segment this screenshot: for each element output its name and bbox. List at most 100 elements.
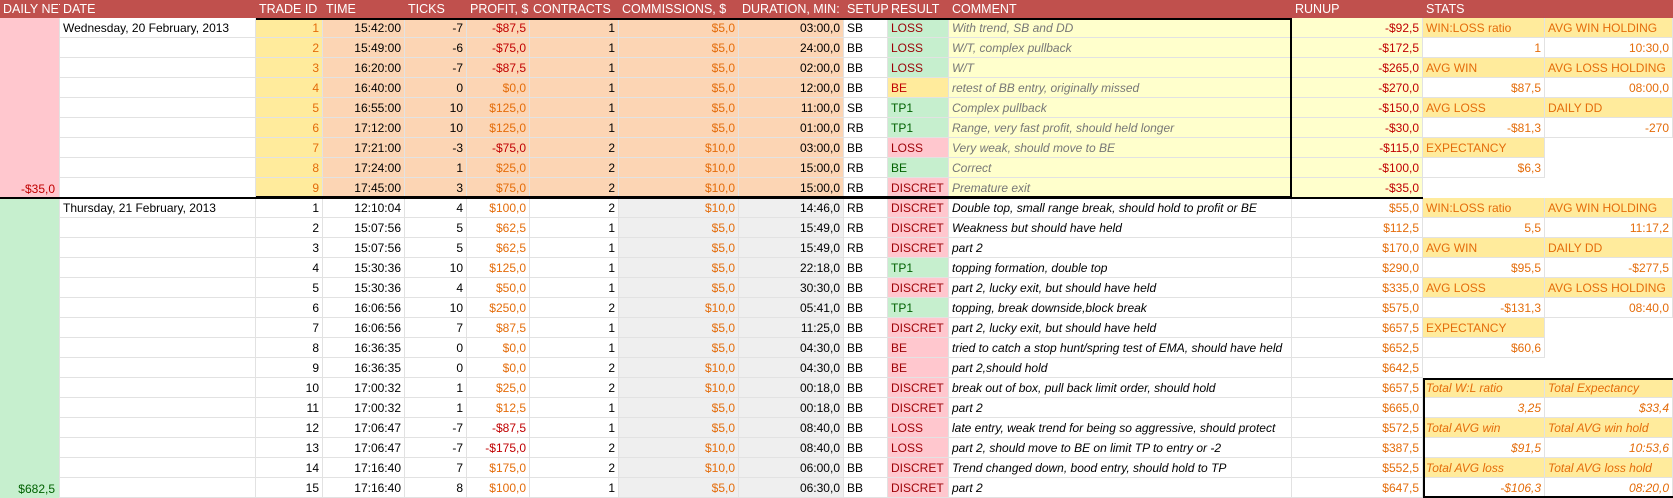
runup-cell[interactable]: -$92,5 [1292, 18, 1423, 38]
comment-cell[interactable]: part 2, lucky exit, but should have held [949, 278, 1292, 298]
duration-cell[interactable]: 15:49,0 [739, 218, 844, 238]
time-cell[interactable]: 15:49:00 [323, 38, 405, 58]
time-cell[interactable]: 16:36:35 [323, 338, 405, 358]
trade-id-cell[interactable]: 7 [256, 318, 323, 338]
runup-cell[interactable]: $55,0 [1292, 198, 1423, 218]
result-cell[interactable]: DISCRET [888, 458, 949, 478]
contracts-cell[interactable]: 2 [530, 198, 619, 218]
trade-id-cell[interactable]: 10 [256, 378, 323, 398]
trade-id-cell[interactable]: 6 [256, 298, 323, 318]
profit-cell[interactable]: $25,0 [467, 378, 530, 398]
result-cell[interactable]: LOSS [888, 418, 949, 438]
contracts-cell[interactable]: 1 [530, 238, 619, 258]
stat-total-value[interactable]: 3,25 [1423, 398, 1545, 418]
comment-cell[interactable]: Correct [949, 158, 1292, 178]
stat-d2-value[interactable]: $95,5 [1423, 258, 1545, 278]
time-cell[interactable]: 16:06:56 [323, 298, 405, 318]
runup-cell[interactable]: $657,5 [1292, 318, 1423, 338]
ticks-cell[interactable]: 5 [405, 218, 467, 238]
comment-cell[interactable]: Very weak, should move to BE [949, 138, 1292, 158]
comment-cell[interactable]: part 2 [949, 398, 1292, 418]
stat-d2-value[interactable]: 5,5 [1423, 218, 1545, 238]
ticks-cell[interactable]: 10 [405, 98, 467, 118]
contracts-cell[interactable]: 2 [530, 158, 619, 178]
time-cell[interactable]: 15:30:36 [323, 278, 405, 298]
time-cell[interactable]: 12:10:04 [323, 198, 405, 218]
date-cell-empty[interactable] [60, 358, 256, 378]
date-cell-empty[interactable] [60, 338, 256, 358]
setup-cell[interactable]: BB [844, 78, 888, 98]
trade-id-cell[interactable]: 12 [256, 418, 323, 438]
stat-d1-label[interactable]: EXPECTANCY [1423, 138, 1545, 158]
date-cell-empty[interactable] [60, 138, 256, 158]
stat-d2-value[interactable]: -$277,5 [1545, 258, 1673, 278]
commissions-cell[interactable]: $5,0 [619, 78, 739, 98]
runup-cell[interactable]: -$115,0 [1292, 138, 1423, 158]
stat-d2-value[interactable]: $60,6 [1423, 338, 1545, 358]
date-cell-empty[interactable] [60, 398, 256, 418]
profit-cell[interactable]: $62,5 [467, 218, 530, 238]
stat-total-label[interactable]: Total AVG win [1423, 418, 1545, 438]
col-header-time[interactable]: TIME [323, 0, 405, 18]
contracts-cell[interactable]: 1 [530, 78, 619, 98]
setup-cell[interactable]: BB [844, 458, 888, 478]
comment-cell[interactable]: part 2 [949, 238, 1292, 258]
ticks-cell[interactable]: 7 [405, 458, 467, 478]
trade-id-cell[interactable]: 6 [256, 118, 323, 138]
stat-d2-label[interactable]: AVG WIN HOLDING [1545, 198, 1673, 218]
date-cell-empty[interactable] [60, 178, 256, 198]
commissions-cell[interactable]: $5,0 [619, 398, 739, 418]
date-cell-empty[interactable] [60, 438, 256, 458]
runup-cell[interactable]: $652,5 [1292, 338, 1423, 358]
col-header-daily-net[interactable]: DAILY NET [0, 0, 60, 18]
setup-cell[interactable]: BB [844, 438, 888, 458]
date-cell-empty[interactable] [60, 278, 256, 298]
setup-cell[interactable]: BB [844, 478, 888, 498]
setup-cell[interactable]: BB [844, 278, 888, 298]
runup-cell[interactable]: $575,0 [1292, 298, 1423, 318]
contracts-cell[interactable]: 1 [530, 398, 619, 418]
commissions-cell[interactable]: $5,0 [619, 238, 739, 258]
trade-id-cell[interactable]: 8 [256, 158, 323, 178]
setup-cell[interactable]: BB [844, 138, 888, 158]
runup-cell[interactable]: $647,5 [1292, 478, 1423, 498]
setup-cell[interactable]: BB [844, 318, 888, 338]
stat-d1-label[interactable]: AVG WIN HOLDING [1545, 18, 1673, 38]
col-header-date[interactable]: DATE [60, 0, 256, 18]
commissions-cell[interactable]: $5,0 [619, 278, 739, 298]
contracts-cell[interactable]: 1 [530, 318, 619, 338]
setup-cell[interactable]: BB [844, 378, 888, 398]
stat-d1-value[interactable]: -270 [1545, 118, 1673, 138]
duration-cell[interactable]: 22:18,0 [739, 258, 844, 278]
commissions-cell[interactable]: $10,0 [619, 158, 739, 178]
col-header-result[interactable]: RESULT [888, 0, 949, 18]
commissions-cell[interactable]: $5,0 [619, 318, 739, 338]
runup-cell[interactable]: $112,5 [1292, 218, 1423, 238]
profit-cell[interactable]: -$75,0 [467, 138, 530, 158]
col-header-stats[interactable]: STATS [1423, 0, 1673, 18]
commissions-cell[interactable]: $5,0 [619, 218, 739, 238]
runup-cell[interactable]: $170,0 [1292, 238, 1423, 258]
stat-d1-value[interactable]: -$81,3 [1423, 118, 1545, 138]
stat-total-value[interactable]: $33,4 [1545, 398, 1673, 418]
contracts-cell[interactable]: 1 [530, 218, 619, 238]
comment-cell[interactable]: W/T, complex pullback [949, 38, 1292, 58]
result-cell[interactable]: TP1 [888, 258, 949, 278]
stat-total-label[interactable]: Total AVG loss [1423, 458, 1545, 478]
duration-cell[interactable]: 30:30,0 [739, 278, 844, 298]
stat-total-label[interactable]: Total Expectancy [1545, 378, 1673, 398]
date-cell-empty[interactable] [60, 458, 256, 478]
result-cell[interactable]: TP1 [888, 298, 949, 318]
runup-cell[interactable]: $290,0 [1292, 258, 1423, 278]
result-cell[interactable]: LOSS [888, 38, 949, 58]
time-cell[interactable]: 17:24:00 [323, 158, 405, 178]
setup-cell[interactable]: BB [844, 338, 888, 358]
comment-cell[interactable]: Weakness but should have held [949, 218, 1292, 238]
trade-id-cell[interactable]: 11 [256, 398, 323, 418]
trade-id-cell[interactable]: 9 [256, 178, 323, 198]
profit-cell[interactable]: $0,0 [467, 338, 530, 358]
profit-cell[interactable]: -$87,5 [467, 58, 530, 78]
result-cell[interactable]: DISCRET [888, 238, 949, 258]
duration-cell[interactable]: 04:30,0 [739, 358, 844, 378]
comment-cell[interactable]: late entry, weak trend for being so aggr… [949, 418, 1292, 438]
